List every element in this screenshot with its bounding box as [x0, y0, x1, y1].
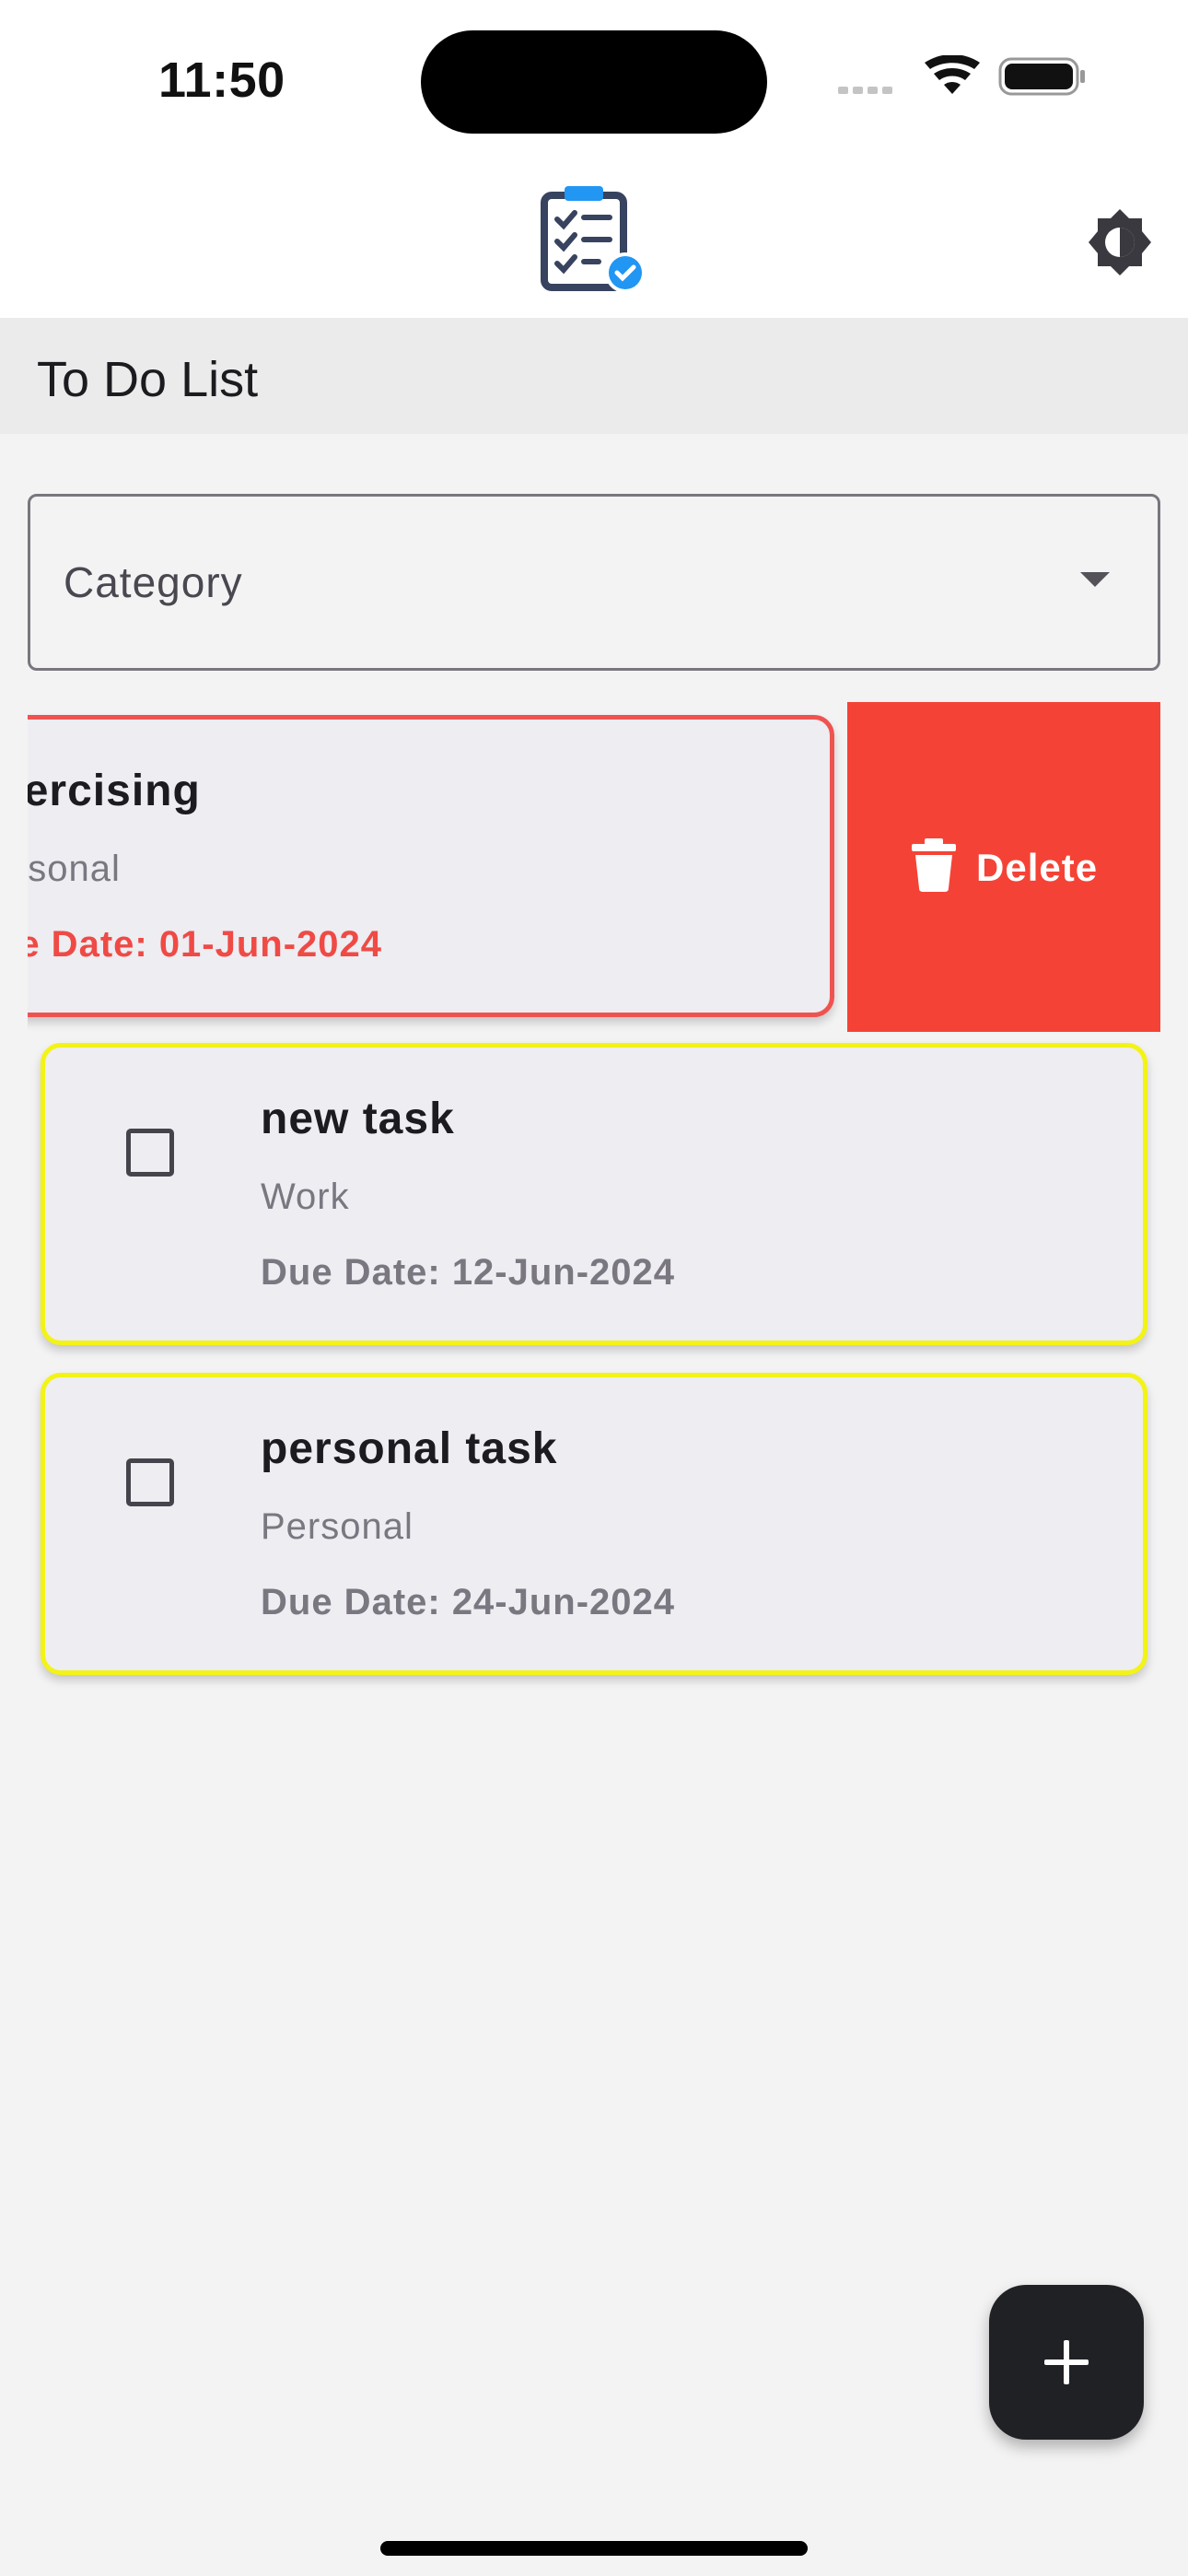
category-dropdown[interactable]: Category — [28, 494, 1160, 671]
task-card[interactable]: Exercising Personal Due Date: 01-Jun-202… — [28, 715, 834, 1017]
task-checkbox[interactable] — [126, 1458, 174, 1506]
brightness-contrast-icon — [1089, 209, 1151, 275]
clipboard-checklist-icon — [541, 186, 646, 293]
task-category: Personal — [261, 1506, 413, 1547]
task-due-date: Due Date: 01-Jun-2024 — [28, 924, 383, 965]
wifi-icon — [925, 55, 980, 94]
home-indicator[interactable] — [380, 2541, 808, 2556]
task-category: Personal — [28, 849, 121, 889]
status-time: 11:50 — [158, 53, 285, 108]
page-title: To Do List — [37, 352, 259, 407]
status-icons — [838, 55, 1085, 96]
task-title: personal task — [261, 1424, 558, 1473]
battery-icon — [998, 57, 1085, 96]
page-title-bar: To Do List — [0, 318, 1188, 434]
plus-icon — [1044, 2340, 1089, 2384]
task-due-date: Due Date: 24-Jun-2024 — [261, 1582, 676, 1622]
category-dropdown-label: Category — [64, 558, 243, 606]
swiped-card-viewport: Exercising Personal Due Date: 01-Jun-202… — [28, 700, 1160, 1034]
task-due-date: Due Date: 12-Jun-2024 — [261, 1252, 676, 1293]
dropdown-arrow-icon — [1080, 572, 1110, 587]
task-category: Work — [261, 1177, 350, 1217]
theme-toggle-button[interactable] — [1085, 207, 1155, 277]
status-bar: 11:50 — [0, 0, 1188, 157]
dynamic-island — [421, 30, 767, 134]
cellular-signal-icon — [838, 87, 892, 94]
task-card[interactable]: personal task Personal Due Date: 24-Jun-… — [41, 1373, 1147, 1675]
task-title: Exercising — [28, 767, 201, 815]
task-checkbox[interactable] — [126, 1129, 174, 1177]
task-title: new task — [261, 1095, 455, 1143]
task-card[interactable]: new task Work Due Date: 12-Jun-2024 — [41, 1043, 1147, 1345]
add-task-button[interactable] — [989, 2285, 1144, 2440]
